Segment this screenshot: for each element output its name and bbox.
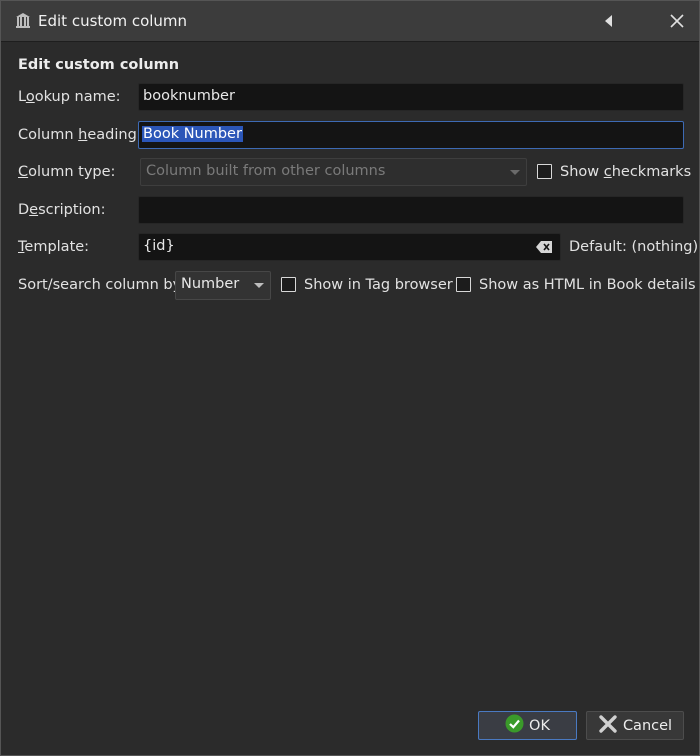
cancel-x-icon [598,714,618,738]
lookup-name-input[interactable]: booknumber [138,83,684,111]
cancel-button-label: Cancel [622,717,673,734]
show-in-tag-browser-label[interactable]: Show in Tag browser [304,277,453,293]
column-type-label: Column type: [18,164,116,180]
show-checkmarks-checkbox[interactable] [537,164,552,179]
template-value: {id} [143,238,175,254]
description-input[interactable] [138,196,684,224]
ok-button[interactable]: OK [478,711,577,740]
pin-icon[interactable] [599,11,619,31]
dialog-window: Edit custom column Edit custom column Lo… [0,0,700,756]
sort-search-label: Sort/search column by [18,277,182,293]
column-type-select[interactable]: Column built from other columns [140,158,527,186]
clear-icon[interactable] [536,241,552,257]
lookup-name-value: booknumber [143,88,235,104]
cancel-button[interactable]: Cancel [586,711,684,740]
window-title: Edit custom column [38,12,188,30]
template-label: Template: [18,239,90,255]
chevron-down-icon [254,283,264,288]
sort-search-select[interactable]: Number [175,271,271,300]
lookup-name-label: Lookup name: [18,89,121,105]
template-default-text: Default: (nothing) [569,239,699,255]
library-icon [15,13,31,29]
show-in-tag-browser-checkbox[interactable] [281,277,296,292]
title-bar: Edit custom column [1,1,699,42]
column-type-value: Column built from other columns [146,163,386,179]
close-icon[interactable] [667,11,687,31]
show-as-html-label[interactable]: Show as HTML in Book details [479,277,696,293]
sort-search-value: Number [181,276,240,292]
column-heading-value: Book Number [142,126,243,142]
show-as-html-checkbox[interactable] [456,277,471,292]
show-checkmarks-label[interactable]: Show checkmarks [560,164,691,180]
chevron-down-icon [510,170,520,175]
ok-button-label: OK [529,717,550,734]
column-heading-input[interactable]: Book Number [138,121,684,149]
ok-check-icon [505,714,524,737]
description-label: Description: [18,202,106,218]
dialog-heading: Edit custom column [18,57,180,73]
template-input[interactable]: {id} [138,233,561,261]
column-heading-label: Column heading: [18,127,142,143]
